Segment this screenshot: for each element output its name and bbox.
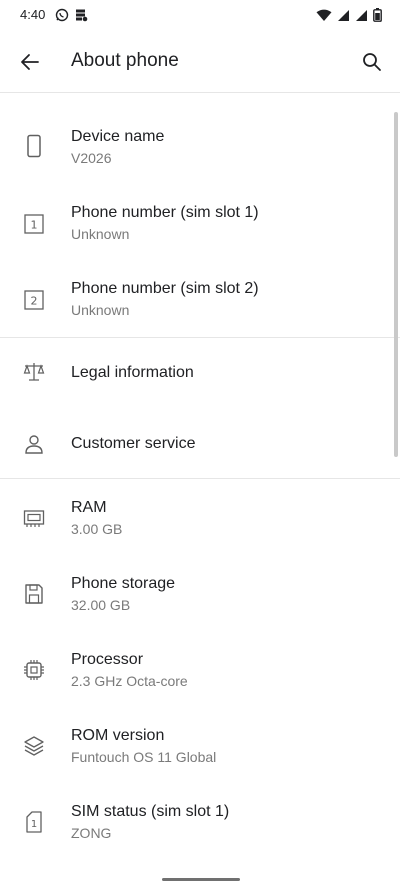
phone-number-sim1-value: Unknown <box>71 226 130 242</box>
sim-status-label: SIM status (sim slot 1) <box>71 803 230 820</box>
memory-icon <box>23 510 45 527</box>
device-name-label: Device name <box>71 128 165 145</box>
battery-icon <box>373 8 382 22</box>
save-icon <box>25 584 43 604</box>
header-divider <box>0 92 400 93</box>
phone-number-sim2-label: Phone number (sim slot 2) <box>71 280 259 297</box>
scrollbar[interactable] <box>394 112 398 457</box>
customer-service-label: Customer service <box>71 435 196 452</box>
status-right-icons <box>316 8 382 22</box>
legal-information-item[interactable]: Legal information <box>0 338 390 408</box>
processor-value: 2.3 GHz Octa-core <box>71 673 188 689</box>
processor-label: Processor <box>71 651 144 668</box>
processor-item[interactable]: Processor 2.3 GHz Octa-core <box>0 632 390 708</box>
sim-status-value: ZONG <box>71 825 112 841</box>
ram-value: 3.00 GB <box>71 521 123 537</box>
status-bar: 4:40 <box>0 0 400 32</box>
device-name-item[interactable]: Device name V2026 <box>0 110 390 182</box>
status-left-icons <box>55 8 88 22</box>
page-title: About phone <box>71 50 179 71</box>
person-icon <box>25 435 43 454</box>
chip-icon <box>24 660 44 680</box>
svg-text:2: 2 <box>31 295 38 308</box>
whatsapp-icon <box>55 8 69 22</box>
home-indicator[interactable] <box>162 878 240 881</box>
section-divider <box>0 478 400 479</box>
search-button[interactable] <box>356 46 388 78</box>
arrow-back-icon <box>21 54 39 70</box>
phone-number-sim2-value: Unknown <box>71 302 130 318</box>
app-bar: About phone <box>0 32 400 92</box>
sim2-icon: 2 <box>24 290 44 310</box>
phone-storage-item[interactable]: Phone storage 32.00 GB <box>0 556 390 632</box>
scale-icon <box>23 363 45 381</box>
legal-information-label: Legal information <box>71 364 194 381</box>
device-name-value: V2026 <box>71 150 112 166</box>
rom-version-value: Funtouch OS 11 Global <box>71 749 217 765</box>
status-time: 4:40 <box>20 7 46 22</box>
search-icon <box>363 53 381 71</box>
phone-storage-label: Phone storage <box>71 575 176 592</box>
rom-version-item[interactable]: ROM version Funtouch OS 11 Global <box>0 708 390 784</box>
svg-text:1: 1 <box>31 219 38 232</box>
storage-icon <box>76 9 88 22</box>
back-button[interactable] <box>14 46 46 78</box>
customer-service-item[interactable]: Customer service <box>0 408 390 478</box>
phone-storage-value: 32.00 GB <box>71 597 131 613</box>
svg-text:1: 1 <box>31 819 37 830</box>
sim1-icon: 1 <box>24 214 44 234</box>
ram-label: RAM <box>71 499 107 516</box>
signal-icon <box>338 9 349 21</box>
phone-number-sim1-item[interactable]: 1 Phone number (sim slot 1) Unknown <box>0 186 390 258</box>
sim-status-item[interactable]: 1 SIM status (sim slot 1) ZONG <box>0 784 390 860</box>
sim-icon: 1 <box>26 811 42 833</box>
layers-icon <box>24 736 44 756</box>
rom-version-label: ROM version <box>71 727 165 744</box>
phone-number-sim2-item[interactable]: 2 Phone number (sim slot 2) Unknown <box>0 262 390 334</box>
ram-item[interactable]: RAM 3.00 GB <box>0 480 390 556</box>
wifi-icon <box>316 9 332 21</box>
phone-number-sim1-label: Phone number (sim slot 1) <box>71 204 259 221</box>
signal-icon <box>356 9 367 21</box>
phone-icon <box>27 134 41 158</box>
